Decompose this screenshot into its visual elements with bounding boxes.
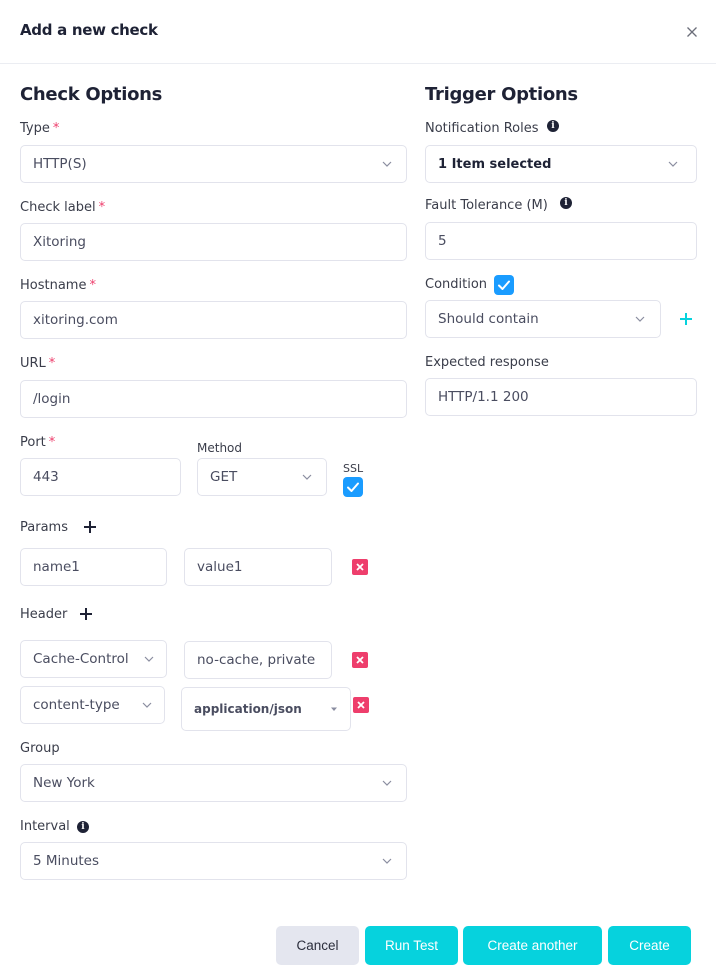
run-test-button[interactable]: Run Test <box>365 926 458 965</box>
close-icon <box>356 563 364 571</box>
param-name-value: name1 <box>33 559 80 575</box>
add-header-plus-icon[interactable] <box>79 607 93 621</box>
url-label: URL * <box>20 356 55 371</box>
group-value: New York <box>33 775 95 791</box>
required-marker: * <box>89 278 96 293</box>
modal-header: Add a new check <box>0 0 716 64</box>
required-marker: * <box>98 200 106 215</box>
add-param-plus-icon[interactable] <box>83 520 97 534</box>
close-icon <box>356 656 364 664</box>
check-label-label-text: Check label <box>20 200 96 215</box>
header-value-value: application/json <box>194 702 302 716</box>
info-icon[interactable]: i <box>77 821 89 833</box>
notification-roles-label: Notification Roles <box>425 121 539 136</box>
port-value: 443 <box>33 469 59 485</box>
close-button[interactable] <box>684 24 700 40</box>
header-name-value: Cache-Control <box>33 651 129 667</box>
condition-value: Should contain <box>438 311 539 327</box>
ssl-label: SSL <box>343 462 364 475</box>
hostname-label: Hostname * <box>20 278 96 293</box>
check-options-title: Check Options <box>20 84 163 105</box>
expected-response-label: Expected response <box>425 355 549 370</box>
type-label-text: Type <box>20 121 50 136</box>
params-label: Params <box>20 520 68 535</box>
url-input[interactable]: /login <box>20 380 407 418</box>
chevron-down-icon <box>142 702 152 708</box>
hostname-label-text: Hostname <box>20 278 87 293</box>
condition-select[interactable]: Should contain <box>425 300 661 338</box>
add-condition-plus-icon[interactable] <box>679 312 693 326</box>
header-value-select[interactable]: application/json <box>181 687 351 731</box>
info-icon[interactable]: i <box>547 120 559 132</box>
port-label-text: Port <box>20 435 46 450</box>
checkmark-icon <box>498 280 510 290</box>
hostname-input[interactable]: xitoring.com <box>20 301 407 339</box>
interval-label: Interval <box>20 819 70 834</box>
create-button[interactable]: Create <box>608 926 691 965</box>
caret-down-icon <box>331 707 337 711</box>
required-marker: * <box>48 435 56 450</box>
method-label: Method <box>197 441 243 455</box>
expected-response-value: HTTP/1.1 200 <box>438 389 529 405</box>
url-value: /login <box>33 391 71 407</box>
port-input[interactable]: 443 <box>20 458 181 496</box>
delete-header-button[interactable] <box>352 652 368 668</box>
trigger-options-title: Trigger Options <box>425 84 578 105</box>
required-marker: * <box>48 356 56 371</box>
chevron-down-icon <box>382 161 392 167</box>
type-value: HTTP(S) <box>33 156 87 172</box>
hostname-value: xitoring.com <box>33 312 118 328</box>
check-label-value: Xitoring <box>33 234 86 250</box>
chevron-down-icon <box>668 161 678 167</box>
header-value-input[interactable]: no-cache, private <box>184 641 332 679</box>
modal-title: Add a new check <box>20 21 158 39</box>
port-label: Port * <box>20 435 55 450</box>
chevron-down-icon <box>382 780 392 786</box>
interval-value: 5 Minutes <box>33 853 100 869</box>
interval-select[interactable]: 5 Minutes <box>20 842 407 880</box>
header-name-select[interactable]: Cache-Control <box>20 640 167 678</box>
header-label: Header <box>20 607 68 622</box>
ssl-checkbox[interactable] <box>343 477 363 497</box>
condition-checkbox[interactable] <box>494 275 514 295</box>
param-value-input[interactable]: value1 <box>184 548 332 586</box>
required-marker: * <box>52 121 60 136</box>
header-value-value: no-cache, private <box>197 652 316 668</box>
delete-header-button[interactable] <box>353 697 369 713</box>
type-select[interactable]: HTTP(S) <box>20 145 407 183</box>
delete-param-button[interactable] <box>352 559 368 575</box>
close-icon <box>687 27 697 37</box>
type-label: Type * <box>20 121 59 136</box>
group-select[interactable]: New York <box>20 764 407 802</box>
cancel-button[interactable]: Cancel <box>276 926 359 965</box>
notification-roles-select[interactable]: 1 Item selected <box>425 145 697 183</box>
fault-tolerance-label: Fault Tolerance (M) <box>425 198 548 213</box>
chevron-down-icon <box>382 858 392 864</box>
header-name-select[interactable]: content-type <box>20 686 165 724</box>
close-icon <box>357 701 365 709</box>
method-select[interactable]: GET <box>197 458 327 496</box>
check-label-input[interactable]: Xitoring <box>20 223 407 261</box>
chevron-down-icon <box>144 656 154 662</box>
chevron-down-icon <box>635 316 645 322</box>
fault-tolerance-input[interactable]: 5 <box>425 222 697 260</box>
param-name-input[interactable]: name1 <box>20 548 167 586</box>
param-value-value: value1 <box>197 559 243 575</box>
url-label-text: URL <box>20 356 46 371</box>
method-value: GET <box>210 469 238 485</box>
notification-roles-value: 1 Item selected <box>438 156 552 172</box>
chevron-down-icon <box>302 474 312 480</box>
check-label-label: Check label * <box>20 200 105 215</box>
header-name-value: content-type <box>33 697 120 713</box>
fault-tolerance-value: 5 <box>438 233 447 249</box>
group-label: Group <box>20 741 60 756</box>
create-another-button[interactable]: Create another <box>463 926 602 965</box>
info-icon[interactable]: i <box>560 197 572 209</box>
checkmark-icon <box>347 482 359 492</box>
condition-label: Condition <box>425 277 488 292</box>
expected-response-input[interactable]: HTTP/1.1 200 <box>425 378 697 416</box>
